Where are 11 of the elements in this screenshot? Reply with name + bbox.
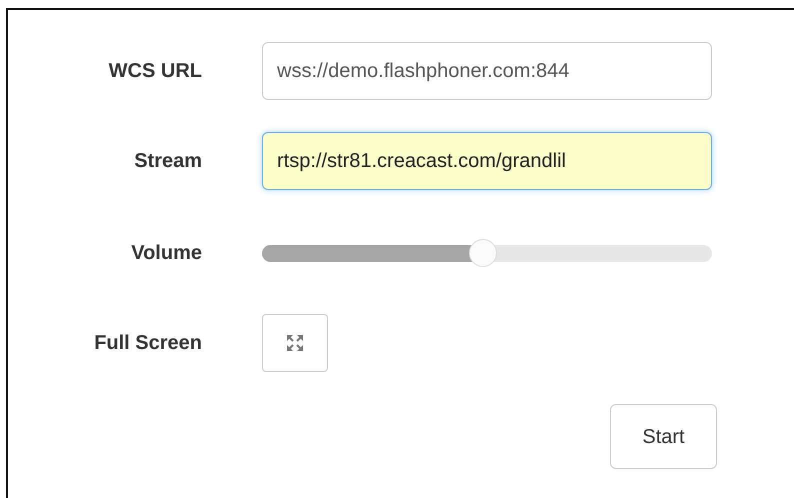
field-label: Volume [130, 241, 202, 266]
expand-icon [285, 333, 305, 353]
field-label: Stream [133, 149, 202, 174]
fullscreen-button[interactable] [262, 314, 328, 372]
field-label: Full Screen [93, 331, 202, 356]
volume-slider[interactable] [262, 238, 712, 268]
input-field[interactable]: wss://demo.flashphoner.com:844 [262, 42, 712, 100]
slider-handle[interactable] [468, 239, 496, 267]
start-button[interactable]: Start [610, 404, 717, 469]
input-field[interactable]: rtsp://str81.creacast.com/grandlil [262, 132, 712, 190]
field-label: WCS URL [108, 59, 202, 84]
